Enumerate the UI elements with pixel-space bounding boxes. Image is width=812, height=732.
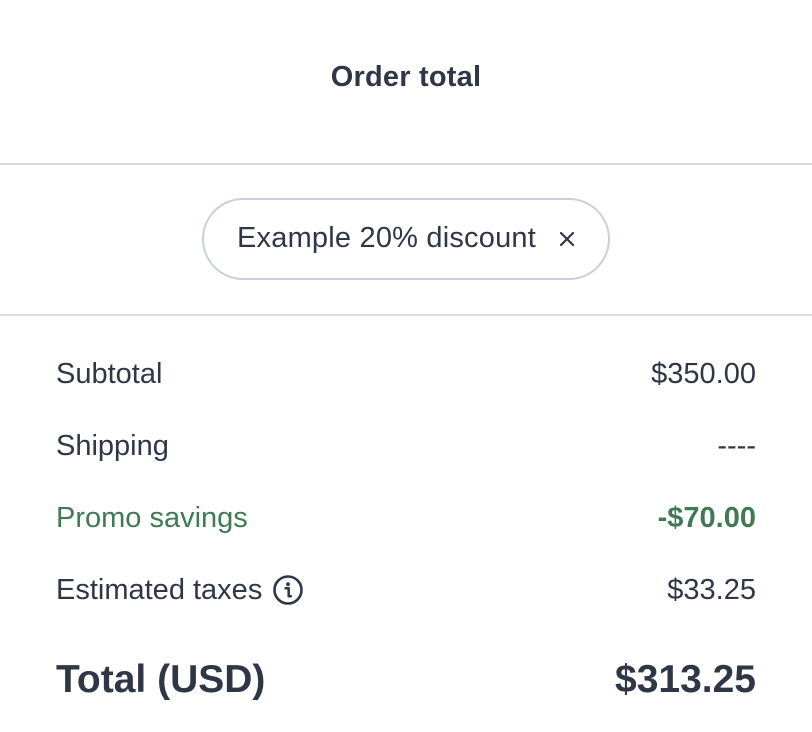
total-label: Total (USD) [56,658,266,701]
summary-row-promo-savings: Promo savings -$70.00 [56,482,756,554]
estimated-taxes-label: Estimated taxes [56,573,263,606]
summary-row-subtotal: Subtotal $350.00 [56,338,756,410]
order-total-panel: Order total Example 20% discount Subtota… [0,0,812,732]
promo-savings-label: Promo savings [56,501,248,534]
promo-section: Example 20% discount [0,165,812,316]
promo-savings-value: -$70.00 [657,501,756,534]
subtotal-value: $350.00 [651,357,756,390]
promo-code-chip[interactable]: Example 20% discount [202,197,610,280]
summary-row-estimated-taxes: Estimated taxes $33.25 [56,554,756,626]
info-icon[interactable] [272,574,304,606]
page-title: Order total [330,61,482,93]
subtotal-label: Subtotal [56,357,163,390]
close-icon[interactable] [556,228,578,250]
summary-row-total: Total (USD) $313.25 [56,630,756,730]
promo-chip-label: Example 20% discount [237,222,536,254]
estimated-taxes-label-wrap: Estimated taxes [56,574,304,607]
total-value: $313.25 [615,658,756,701]
shipping-value: ---- [717,429,756,462]
summary-row-shipping: Shipping ---- [56,410,756,482]
shipping-label: Shipping [56,429,169,462]
order-total-header: Order total [0,0,812,165]
order-summary: Subtotal $350.00 Shipping ---- Promo sav… [0,338,812,730]
estimated-taxes-value: $33.25 [667,573,756,606]
